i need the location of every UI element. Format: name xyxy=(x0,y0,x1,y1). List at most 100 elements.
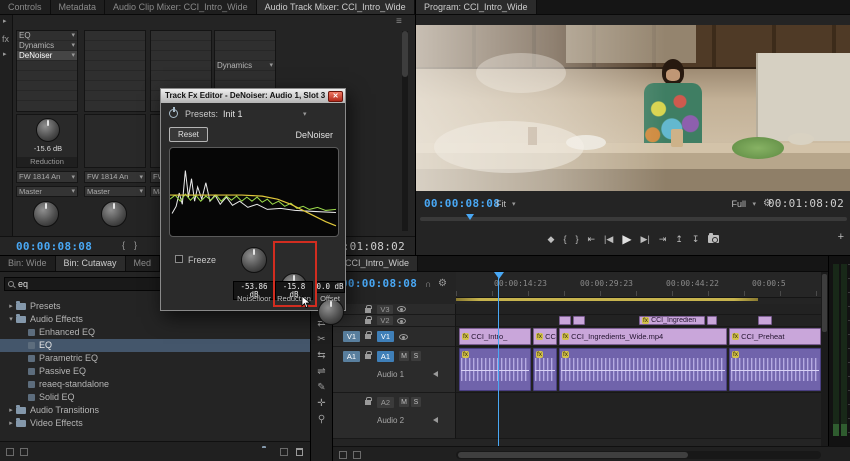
source-patch-v1[interactable]: V1 xyxy=(343,331,360,342)
track-target-v2[interactable]: V2 xyxy=(377,316,393,325)
timeline-settings-icon[interactable]: ⚙ xyxy=(438,279,447,289)
collapse-chevron-icon[interactable]: ▸ xyxy=(3,51,7,58)
freeze-checkbox[interactable] xyxy=(175,255,183,263)
track-visibility-eye-icon[interactable] xyxy=(399,334,408,340)
effect-slot-empty[interactable] xyxy=(85,61,145,71)
playback-resolution-select[interactable]: Full xyxy=(731,200,746,209)
chevron-right-icon[interactable]: ▸ xyxy=(6,407,16,414)
program-scrub-bar[interactable] xyxy=(420,217,847,221)
playhead-line[interactable] xyxy=(498,278,499,446)
effect-slot-empty[interactable] xyxy=(17,81,77,91)
tab-audio-track-mixer[interactable]: Audio Track Mixer: CCI_Intro_Wide xyxy=(256,0,415,14)
effect-slot-empty[interactable] xyxy=(85,41,145,51)
chevron-down-icon[interactable]: ▾ xyxy=(6,316,16,323)
track-visibility-eye-icon[interactable] xyxy=(397,318,406,324)
effect-slot-empty[interactable] xyxy=(85,81,145,91)
reset-button[interactable]: Reset xyxy=(169,127,208,142)
mark-in-icon[interactable]: { xyxy=(563,234,566,244)
track-lane-v3[interactable] xyxy=(456,304,821,315)
track-lane-a2[interactable] xyxy=(456,393,821,439)
source-patch-a1[interactable]: A1 xyxy=(343,351,360,362)
zoom-fit-select[interactable]: Fit xyxy=(496,200,506,209)
tab-bin-wide[interactable]: Bin: Wide xyxy=(0,256,56,271)
timeline-option-icon[interactable] xyxy=(339,451,347,459)
timeline-hscrollbar-thumb[interactable] xyxy=(458,452,688,458)
offset-value[interactable]: 0.0 dB xyxy=(315,281,345,293)
slip-tool-icon[interactable]: ⇆ xyxy=(311,348,332,363)
program-playhead[interactable] xyxy=(466,214,474,220)
step-back-icon[interactable]: |◀ xyxy=(604,234,613,244)
tab-bin-cutaway[interactable]: Bin: Cutaway xyxy=(55,256,126,271)
lock-icon[interactable] xyxy=(365,316,372,324)
video-clip[interactable]: fx CCI_Intro_ xyxy=(459,328,531,345)
audio-clip[interactable]: fx xyxy=(459,348,531,391)
program-current-timecode[interactable]: 00:00:08:08 xyxy=(424,198,500,209)
razor-tool-icon[interactable]: ✂ xyxy=(311,332,332,347)
trash-icon[interactable] xyxy=(296,448,303,456)
effect-slot-dynamics[interactable]: Dynamics ▾ xyxy=(17,41,77,51)
chevron-down-icon[interactable]: ▾ xyxy=(512,201,516,208)
track-lane-v1[interactable]: fx CCI_Intro_ fx CCI_I fx CCI_Ingredient… xyxy=(456,327,821,347)
add-marker-icon[interactable]: ◆ xyxy=(548,234,555,244)
lock-icon[interactable] xyxy=(365,331,372,339)
icon-view-icon[interactable] xyxy=(20,448,28,456)
tree-item-solid-eq[interactable]: Solid EQ xyxy=(0,391,310,404)
tab-media-browser[interactable]: Med xyxy=(125,256,161,271)
tab-controls[interactable]: Controls xyxy=(0,0,51,14)
effect-slot-eq[interactable]: EQ ▾ xyxy=(17,31,77,41)
tab-program-monitor[interactable]: Program: CCI_Intro_Wide xyxy=(416,0,537,14)
effect-slot-empty[interactable] xyxy=(85,71,145,81)
tab-metadata[interactable]: Metadata xyxy=(50,0,106,14)
pan-knob[interactable] xyxy=(101,201,127,227)
track-target-a2[interactable]: A2 xyxy=(377,397,394,408)
effect-slot-empty[interactable] xyxy=(17,61,77,71)
video-clip[interactable] xyxy=(573,316,585,325)
effect-slot-empty[interactable] xyxy=(215,51,275,61)
tree-item-audio-transitions[interactable]: ▸ Audio Transitions xyxy=(0,404,310,417)
effect-slot-empty[interactable] xyxy=(17,71,77,81)
tab-audio-clip-mixer[interactable]: Audio Clip Mixer: CCI_Intro_Wide xyxy=(105,0,257,14)
slide-tool-icon[interactable]: ⇌ xyxy=(311,364,332,379)
tree-item-enhanced-eq[interactable]: Enhanced EQ xyxy=(0,326,310,339)
mark-out-icon[interactable]: } xyxy=(134,241,137,250)
tree-item-passive-eq[interactable]: Passive EQ xyxy=(0,365,310,378)
output-bus-select[interactable]: Master ▾ xyxy=(84,186,146,197)
add-button-icon[interactable]: + xyxy=(838,232,844,243)
tree-item-audio-effects[interactable]: ▾ Audio Effects xyxy=(0,313,310,326)
timeline-current-timecode[interactable]: 00:00:08:08 xyxy=(341,278,417,289)
new-item-icon[interactable] xyxy=(280,448,288,456)
io-device-select[interactable]: FW 1814 An ▾ xyxy=(84,171,146,183)
lift-icon[interactable]: ↥ xyxy=(675,234,683,244)
pan-knob[interactable] xyxy=(33,201,59,227)
panel-menu-icon[interactable]: ≡ xyxy=(396,17,402,27)
effect-slot-empty[interactable] xyxy=(151,31,211,41)
tree-item-reaeq-standalone[interactable]: reaeq-standalone xyxy=(0,378,310,391)
tab-sequence[interactable]: CCI_Intro_Wide xyxy=(337,256,419,271)
hand-tool-icon[interactable]: ✛ xyxy=(311,396,332,411)
effect-slot-empty[interactable] xyxy=(85,51,145,61)
timeline-ruler[interactable]: 00:00:14:23 00:00:29:23 00:00:44:22 00:0… xyxy=(456,272,821,298)
mixer-scrollbar[interactable] xyxy=(402,31,408,231)
track-name-audio1[interactable]: Audio 1 xyxy=(377,371,404,379)
effect-slot-empty[interactable] xyxy=(215,41,275,51)
extract-icon[interactable]: ↧ xyxy=(692,234,700,244)
reduction-knob[interactable] xyxy=(36,118,60,142)
solo-button[interactable]: S xyxy=(411,351,421,361)
solo-button[interactable]: S xyxy=(411,397,421,407)
video-clip[interactable] xyxy=(707,316,717,325)
step-forward-icon[interactable]: ▶| xyxy=(641,234,650,244)
video-clip[interactable]: fx CCI_I xyxy=(533,328,557,345)
timeline-vscrollbar-thumb[interactable] xyxy=(822,274,827,332)
noisefloor-knob[interactable] xyxy=(241,247,267,273)
tree-item-eq-selected[interactable]: EQ xyxy=(0,339,310,352)
chevron-right-icon[interactable]: ▸ xyxy=(6,420,16,427)
audio-clip[interactable]: fx xyxy=(559,348,727,391)
effect-slot-empty[interactable] xyxy=(151,71,211,81)
mark-out-icon[interactable]: } xyxy=(575,234,578,244)
mixer-scrollbar-thumb[interactable] xyxy=(402,31,408,77)
lock-icon[interactable] xyxy=(365,397,372,405)
mute-button[interactable]: M xyxy=(399,351,409,361)
mark-in-icon[interactable]: { xyxy=(122,241,125,250)
tree-item-parametric-eq[interactable]: Parametric EQ xyxy=(0,352,310,365)
program-video-frame[interactable] xyxy=(416,25,850,191)
